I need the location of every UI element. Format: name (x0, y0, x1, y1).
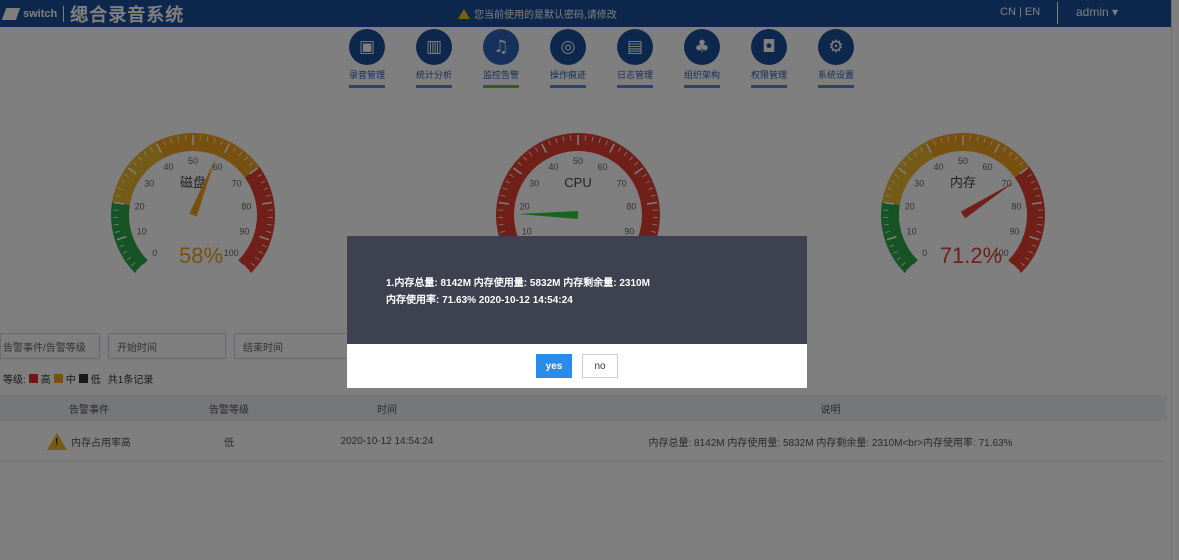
no-button[interactable]: no (582, 354, 618, 378)
dialog-line-2: 内存使用率: 71.63% 2020-10-12 14:54:24 (386, 295, 573, 306)
dialog-body: 1.内存总量: 8142M 内存使用量: 5832M 内存剩余量: 2310M … (347, 236, 807, 344)
dialog-footer: yes no (347, 344, 807, 388)
yes-button[interactable]: yes (536, 354, 572, 378)
dialog-line-1: 1.内存总量: 8142M 内存使用量: 5832M 内存剩余量: 2310M (386, 278, 650, 289)
alert-dialog: 1.内存总量: 8142M 内存使用量: 5832M 内存剩余量: 2310M … (347, 236, 807, 388)
